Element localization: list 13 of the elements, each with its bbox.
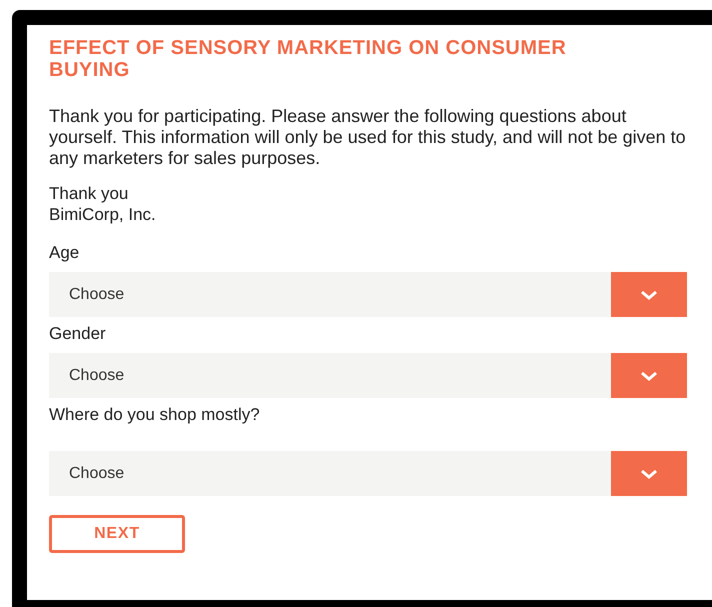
question-label: Gender bbox=[49, 324, 107, 344]
question-label: Where do you shop mostly? bbox=[49, 405, 261, 425]
chevron-down-icon bbox=[611, 353, 687, 398]
choose-dropdown[interactable]: Choose bbox=[49, 451, 687, 496]
question-label: Age bbox=[49, 243, 80, 263]
choose-dropdown[interactable]: Choose bbox=[49, 272, 687, 317]
intro-text: Thank you for participating. Please answer the following questions about yourself. This information will only be used for this study, and will not be given to any marketers for sales purposes. bbox=[49, 106, 687, 169]
chevron-down-icon bbox=[611, 272, 687, 317]
chevron-down-icon bbox=[611, 451, 687, 496]
signoff-line: BimiCorp, Inc. bbox=[49, 204, 157, 225]
survey-title: EFFECT OF SENSORY MARKETING ON CONSUMER BUYING bbox=[49, 37, 568, 81]
choose-dropdown[interactable]: Choose bbox=[49, 353, 687, 398]
signoff-line: Thank you bbox=[49, 183, 130, 204]
